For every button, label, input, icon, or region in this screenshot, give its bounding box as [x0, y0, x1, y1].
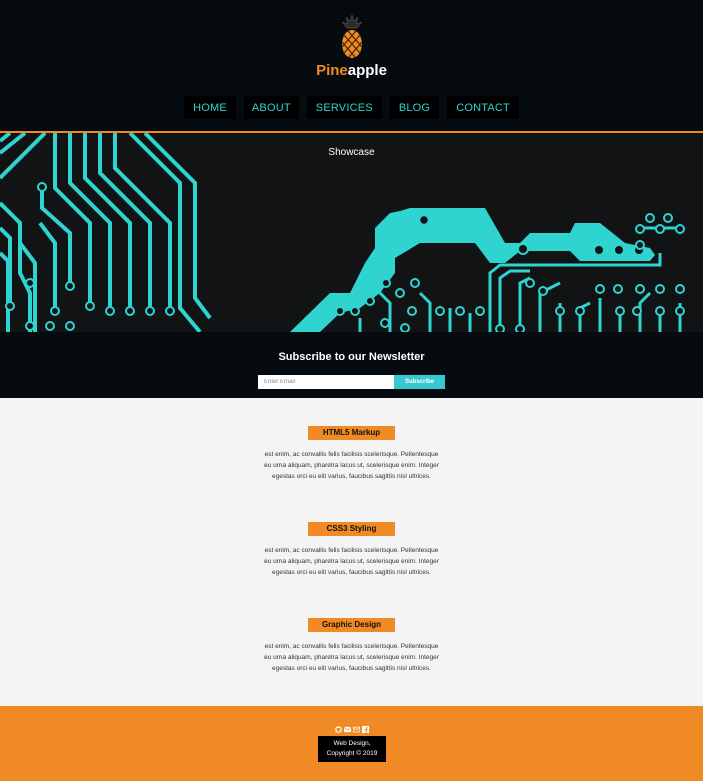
pineapple-logo-icon	[341, 14, 363, 58]
newsletter-form: Subscribe	[258, 375, 445, 389]
email-icon[interactable]	[343, 720, 351, 733]
nav-contact[interactable]: CONTACT	[447, 96, 519, 119]
feature-graphic-design: Graphic Design est enim, ac convallis fe…	[0, 614, 703, 674]
feature-html5: HTML5 Markup est enim, ac convallis feli…	[0, 422, 703, 482]
feature-title: CSS3 Styling	[308, 522, 395, 536]
copyright-box: Web Design, Copyright © 2019	[318, 736, 386, 762]
feature-text: est enim, ac convallis felis facilisis s…	[264, 547, 439, 576]
circuit-board-graphic	[0, 133, 685, 332]
newsletter-section: Subscribe to our Newsletter Subscribe	[0, 332, 703, 398]
features-section: HTML5 Markup est enim, ac convallis feli…	[0, 398, 703, 706]
feature-title: Graphic Design	[308, 618, 395, 632]
copyright-line2: Copyright © 2019	[326, 750, 378, 757]
feature-title: HTML5 Markup	[308, 426, 395, 440]
copyright-line1: Web Design,	[333, 740, 371, 747]
social-links	[0, 720, 703, 733]
brand-part-apple: apple	[347, 62, 387, 79]
main-nav: HOME ABOUT SERVICES BLOG CONTACT	[0, 96, 703, 119]
envelope-icon[interactable]	[352, 720, 360, 733]
feature-text: est enim, ac convallis felis facilisis s…	[264, 451, 439, 480]
newsletter-title: Subscribe to our Newsletter	[278, 351, 425, 363]
nav-services[interactable]: SERVICES	[306, 96, 382, 119]
nav-about[interactable]: ABOUT	[243, 96, 299, 119]
showcase-title: Showcase	[328, 147, 375, 158]
showcase-section: Showcase	[0, 133, 703, 332]
site-footer: Web Design, Copyright © 2019	[0, 706, 703, 781]
feature-css3: CSS3 Styling est enim, ac convallis feli…	[0, 518, 703, 578]
brand-name[interactable]: Pineapple	[0, 62, 703, 79]
subscribe-button[interactable]: Subscribe	[394, 375, 445, 389]
github-icon[interactable]	[334, 720, 342, 733]
feature-text: est enim, ac convallis felis facilisis s…	[264, 643, 439, 672]
email-input[interactable]	[258, 375, 394, 389]
nav-blog[interactable]: BLOG	[389, 96, 440, 119]
brand-part-pine: Pine	[316, 62, 348, 79]
site-header: Pineapple HOME ABOUT SERVICES BLOG CONTA…	[0, 0, 703, 133]
facebook-icon[interactable]	[361, 720, 369, 733]
nav-home[interactable]: HOME	[184, 96, 236, 119]
